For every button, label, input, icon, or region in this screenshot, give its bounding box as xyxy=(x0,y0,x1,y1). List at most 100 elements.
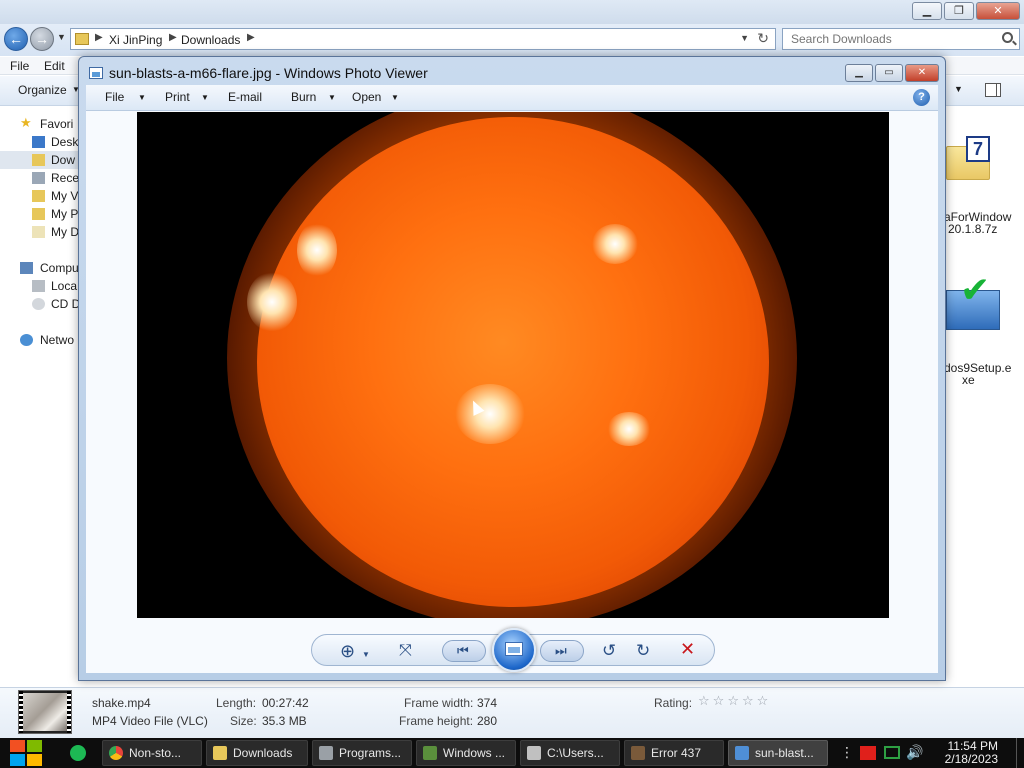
star-icon: ★ xyxy=(20,115,32,130)
chevron-down-icon[interactable]: ▼ xyxy=(201,93,209,102)
slideshow-button[interactable] xyxy=(492,628,536,672)
rating-star-icon[interactable]: ☆ xyxy=(713,694,725,707)
sun-photo xyxy=(137,112,889,618)
photo-viewer-app-icon xyxy=(89,67,103,79)
nav-favorites[interactable]: ★ Favori xyxy=(0,115,80,133)
volume-icon[interactable]: 🔊 xyxy=(906,744,923,768)
videos-folder-icon xyxy=(32,190,45,202)
file-setup-label[interactable]: dos9Setup.e xe xyxy=(944,362,1024,386)
rating-star-icon[interactable]: ☆ xyxy=(727,694,739,707)
refresh-icon[interactable]: ↻ xyxy=(757,30,769,47)
nav-local-disk[interactable]: Loca xyxy=(0,277,80,295)
details-frame-height-label: Frame height: xyxy=(399,714,474,728)
taskbar-downloads-button[interactable]: Downloads xyxy=(206,740,308,766)
explorer-close-button[interactable]: ✕ xyxy=(976,2,1020,20)
address-dropdown-icon[interactable]: ▼ xyxy=(740,33,749,43)
organize-button[interactable]: Organize xyxy=(18,83,67,97)
explorer-restore-button[interactable]: ❐ xyxy=(944,2,974,20)
menu-edit[interactable]: Edit xyxy=(44,59,65,73)
help-icon[interactable]: ? xyxy=(913,89,930,106)
downloads-folder-icon xyxy=(32,154,45,166)
recent-places-icon xyxy=(32,172,45,184)
recent-pages-button[interactable]: ▼ xyxy=(57,32,66,42)
nav-downloads[interactable]: Dow xyxy=(0,151,80,169)
zoom-icon[interactable]: ⊕ xyxy=(340,641,355,661)
rating-star-icon[interactable]: ☆ xyxy=(742,694,754,707)
fit-window-icon[interactable]: ⤧ xyxy=(399,641,412,661)
nav-my-videos[interactable]: My V xyxy=(0,187,80,205)
rotate-cw-icon[interactable]: ↻ xyxy=(636,641,650,661)
explorer-minimize-button[interactable]: ▁ xyxy=(912,2,942,20)
viewer-close-button[interactable]: ✕ xyxy=(905,64,939,82)
viewer-menu-print[interactable]: Print xyxy=(165,90,190,104)
next-button[interactable]: ⏭ xyxy=(540,640,584,662)
viewer-command-bar: File ▼ Print ▼ E-mail Burn ▼ Open ▼ ? xyxy=(86,85,938,111)
rating-stars[interactable]: ☆ ☆ ☆ ☆ ☆ xyxy=(698,694,768,707)
taskbar-error-button[interactable]: Error 437 xyxy=(624,740,724,766)
next-icon: ⏭ xyxy=(555,643,567,658)
breadcrumb-user[interactable]: Xi JinPing xyxy=(109,33,162,47)
folder-icon xyxy=(213,746,227,760)
details-size-label: Size: xyxy=(230,714,257,728)
photo-icon xyxy=(735,746,749,760)
overflow-menu-icon[interactable]: ⋮ xyxy=(840,744,854,768)
chevron-down-icon[interactable]: ▼ xyxy=(391,93,399,102)
system-clock[interactable]: 11:54 PM 2/18/2023 xyxy=(945,740,998,766)
computer-icon xyxy=(20,262,33,274)
rating-star-icon[interactable]: ☆ xyxy=(757,694,769,707)
nav-cd-drive[interactable]: CD D xyxy=(0,295,80,313)
viewer-menu-file[interactable]: File xyxy=(105,90,124,104)
back-button[interactable]: ← xyxy=(4,27,28,51)
spotify-icon[interactable] xyxy=(70,745,86,761)
taskbar-windows-button[interactable]: Windows ... xyxy=(416,740,516,766)
viewer-minimize-button[interactable]: ▁ xyxy=(845,64,873,82)
show-desktop-button[interactable] xyxy=(1016,738,1024,768)
viewer-menu-open[interactable]: Open xyxy=(352,90,381,104)
rotate-ccw-icon[interactable]: ↺ xyxy=(602,641,616,661)
explorer-navigation-bar: ← → ▼ ▶ Xi JinPing ▶ Downloads ▶ ▼ ↻ xyxy=(0,24,1024,56)
zoom-dropdown-icon[interactable]: ▼ xyxy=(362,645,370,665)
nav-computer[interactable]: Compu xyxy=(0,259,80,277)
winrar-archive-icon[interactable]: 7 xyxy=(946,136,992,180)
forward-button[interactable]: → xyxy=(30,27,54,51)
search-input[interactable] xyxy=(783,29,993,49)
windows-logo-icon xyxy=(10,740,25,752)
nav-desktop[interactable]: Desk xyxy=(0,133,80,151)
file-archive-label[interactable]: aForWindow 20.1.8.7z xyxy=(944,211,1024,235)
details-frame-width-value: 374 xyxy=(477,696,498,710)
setup-installer-icon[interactable]: ✔ xyxy=(946,270,1002,334)
view-dropdown-icon[interactable]: ▼ xyxy=(954,84,963,94)
previous-button[interactable]: ⏮ xyxy=(442,640,486,662)
viewer-menu-burn[interactable]: Burn xyxy=(291,90,316,104)
search-icon[interactable] xyxy=(1002,32,1013,43)
viewer-maximize-button[interactable]: ▭ xyxy=(875,64,903,82)
preview-pane-icon[interactable] xyxy=(985,83,1001,97)
nav-my-pictures[interactable]: My P xyxy=(0,205,80,223)
nav-recent-places[interactable]: Rece xyxy=(0,169,80,187)
chevron-down-icon[interactable]: ▼ xyxy=(138,93,146,102)
start-button[interactable] xyxy=(10,740,44,768)
network-icon[interactable] xyxy=(884,746,900,759)
taskbar-cmd-button[interactable]: C:\Users... xyxy=(520,740,620,766)
game-icon xyxy=(631,746,645,760)
viewer-menu-email[interactable]: E-mail xyxy=(228,90,262,104)
chevron-down-icon[interactable]: ▼ xyxy=(328,93,336,102)
menu-file[interactable]: File xyxy=(10,59,29,73)
taskbar-programs-button[interactable]: Programs... xyxy=(312,740,412,766)
details-frame-height-value: 280 xyxy=(477,714,498,728)
delete-icon[interactable]: ✕ xyxy=(680,639,695,660)
search-box xyxy=(782,28,1020,50)
nav-network[interactable]: Netwo xyxy=(0,331,80,349)
rating-star-icon[interactable]: ☆ xyxy=(698,694,710,707)
video-thumbnail xyxy=(18,690,72,734)
breadcrumb-downloads[interactable]: Downloads xyxy=(181,33,240,47)
action-center-flag-icon[interactable] xyxy=(860,746,876,760)
details-file-type: MP4 Video File (VLC) xyxy=(92,714,208,728)
taskbar-chrome-button[interactable]: Non-sto... xyxy=(102,740,202,766)
address-bar[interactable]: ▶ Xi JinPing ▶ Downloads ▶ ▼ ↻ xyxy=(70,28,776,50)
chevron-right-icon: ▶ xyxy=(95,32,103,43)
viewer-controls-bar: ⊕ ▼ ⤧ ⏮ ⏭ ↺ ↻ ✕ xyxy=(311,628,715,672)
clock-date: 2/18/2023 xyxy=(944,752,998,766)
taskbar-photo-viewer-button[interactable]: sun-blast... xyxy=(728,740,828,766)
nav-my-documents[interactable]: My D xyxy=(0,223,80,241)
